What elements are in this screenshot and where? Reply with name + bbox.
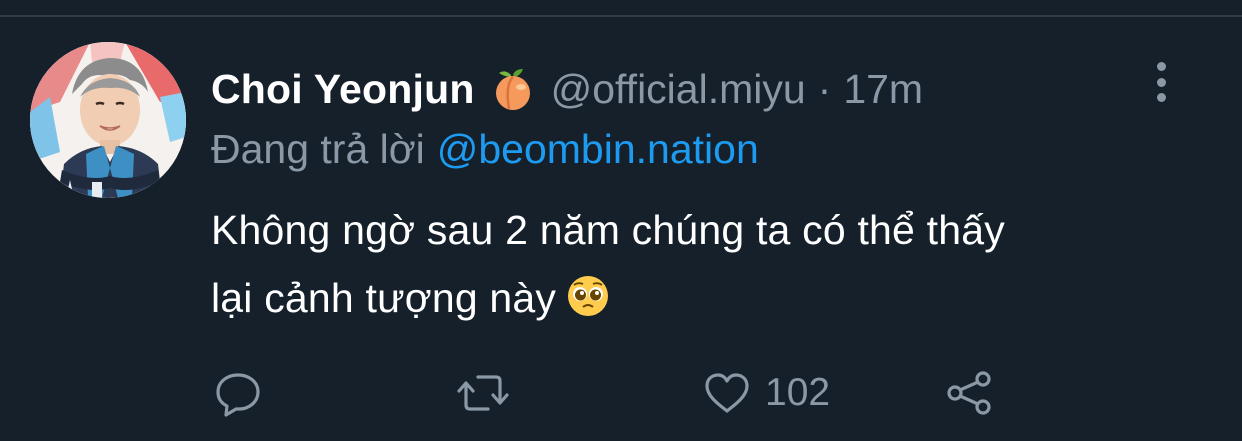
reply-icon [214, 369, 262, 417]
tweet-text: Không ngờ sau 2 năm chúng ta có thể thấy… [211, 196, 1211, 332]
tweet-actions: 102 [0, 365, 1242, 421]
reply-prefix: Đang trả lời [211, 125, 425, 172]
more-dot [1156, 77, 1166, 87]
like-button[interactable]: 102 [703, 365, 830, 421]
top-divider [0, 15, 1242, 17]
retweet-button[interactable] [456, 365, 510, 421]
more-dot [1156, 62, 1166, 71]
more-options-icon[interactable] [1145, 60, 1177, 104]
header-separator: · [817, 65, 832, 112]
tweet-time[interactable]: 17m [843, 66, 923, 113]
like-count: 102 [765, 371, 831, 414]
tweet-text-line-2: lại cảnh tượng này [211, 264, 1211, 332]
tweet-text-line: lại cảnh tượng này [211, 275, 557, 321]
tweet-header: Choi Yeonjun @official.miyu · 17m [211, 64, 923, 114]
author-display-name[interactable]: Choi Yeonjun [211, 66, 475, 113]
retweet-icon [456, 369, 510, 417]
peach-emoji-icon [489, 65, 537, 113]
tweet-page: Choi Yeonjun @official.miyu · 17m Đang t… [0, 0, 1242, 441]
tweet-text-line: Không ngờ sau 2 năm chúng ta có thể thấy [211, 207, 1005, 253]
pleading-face-emoji-icon [566, 270, 610, 316]
avatar[interactable] [30, 42, 186, 198]
share-icon [945, 369, 997, 417]
share-button[interactable] [945, 365, 997, 421]
more-dot [1156, 93, 1166, 102]
reply-button[interactable] [214, 365, 262, 421]
heart-icon [703, 369, 751, 417]
reply-context: Đang trả lời @beombin.nation [211, 124, 759, 174]
author-handle[interactable]: @official.miyu [551, 66, 806, 113]
reply-mention-link[interactable]: @beombin.nation [437, 126, 759, 173]
